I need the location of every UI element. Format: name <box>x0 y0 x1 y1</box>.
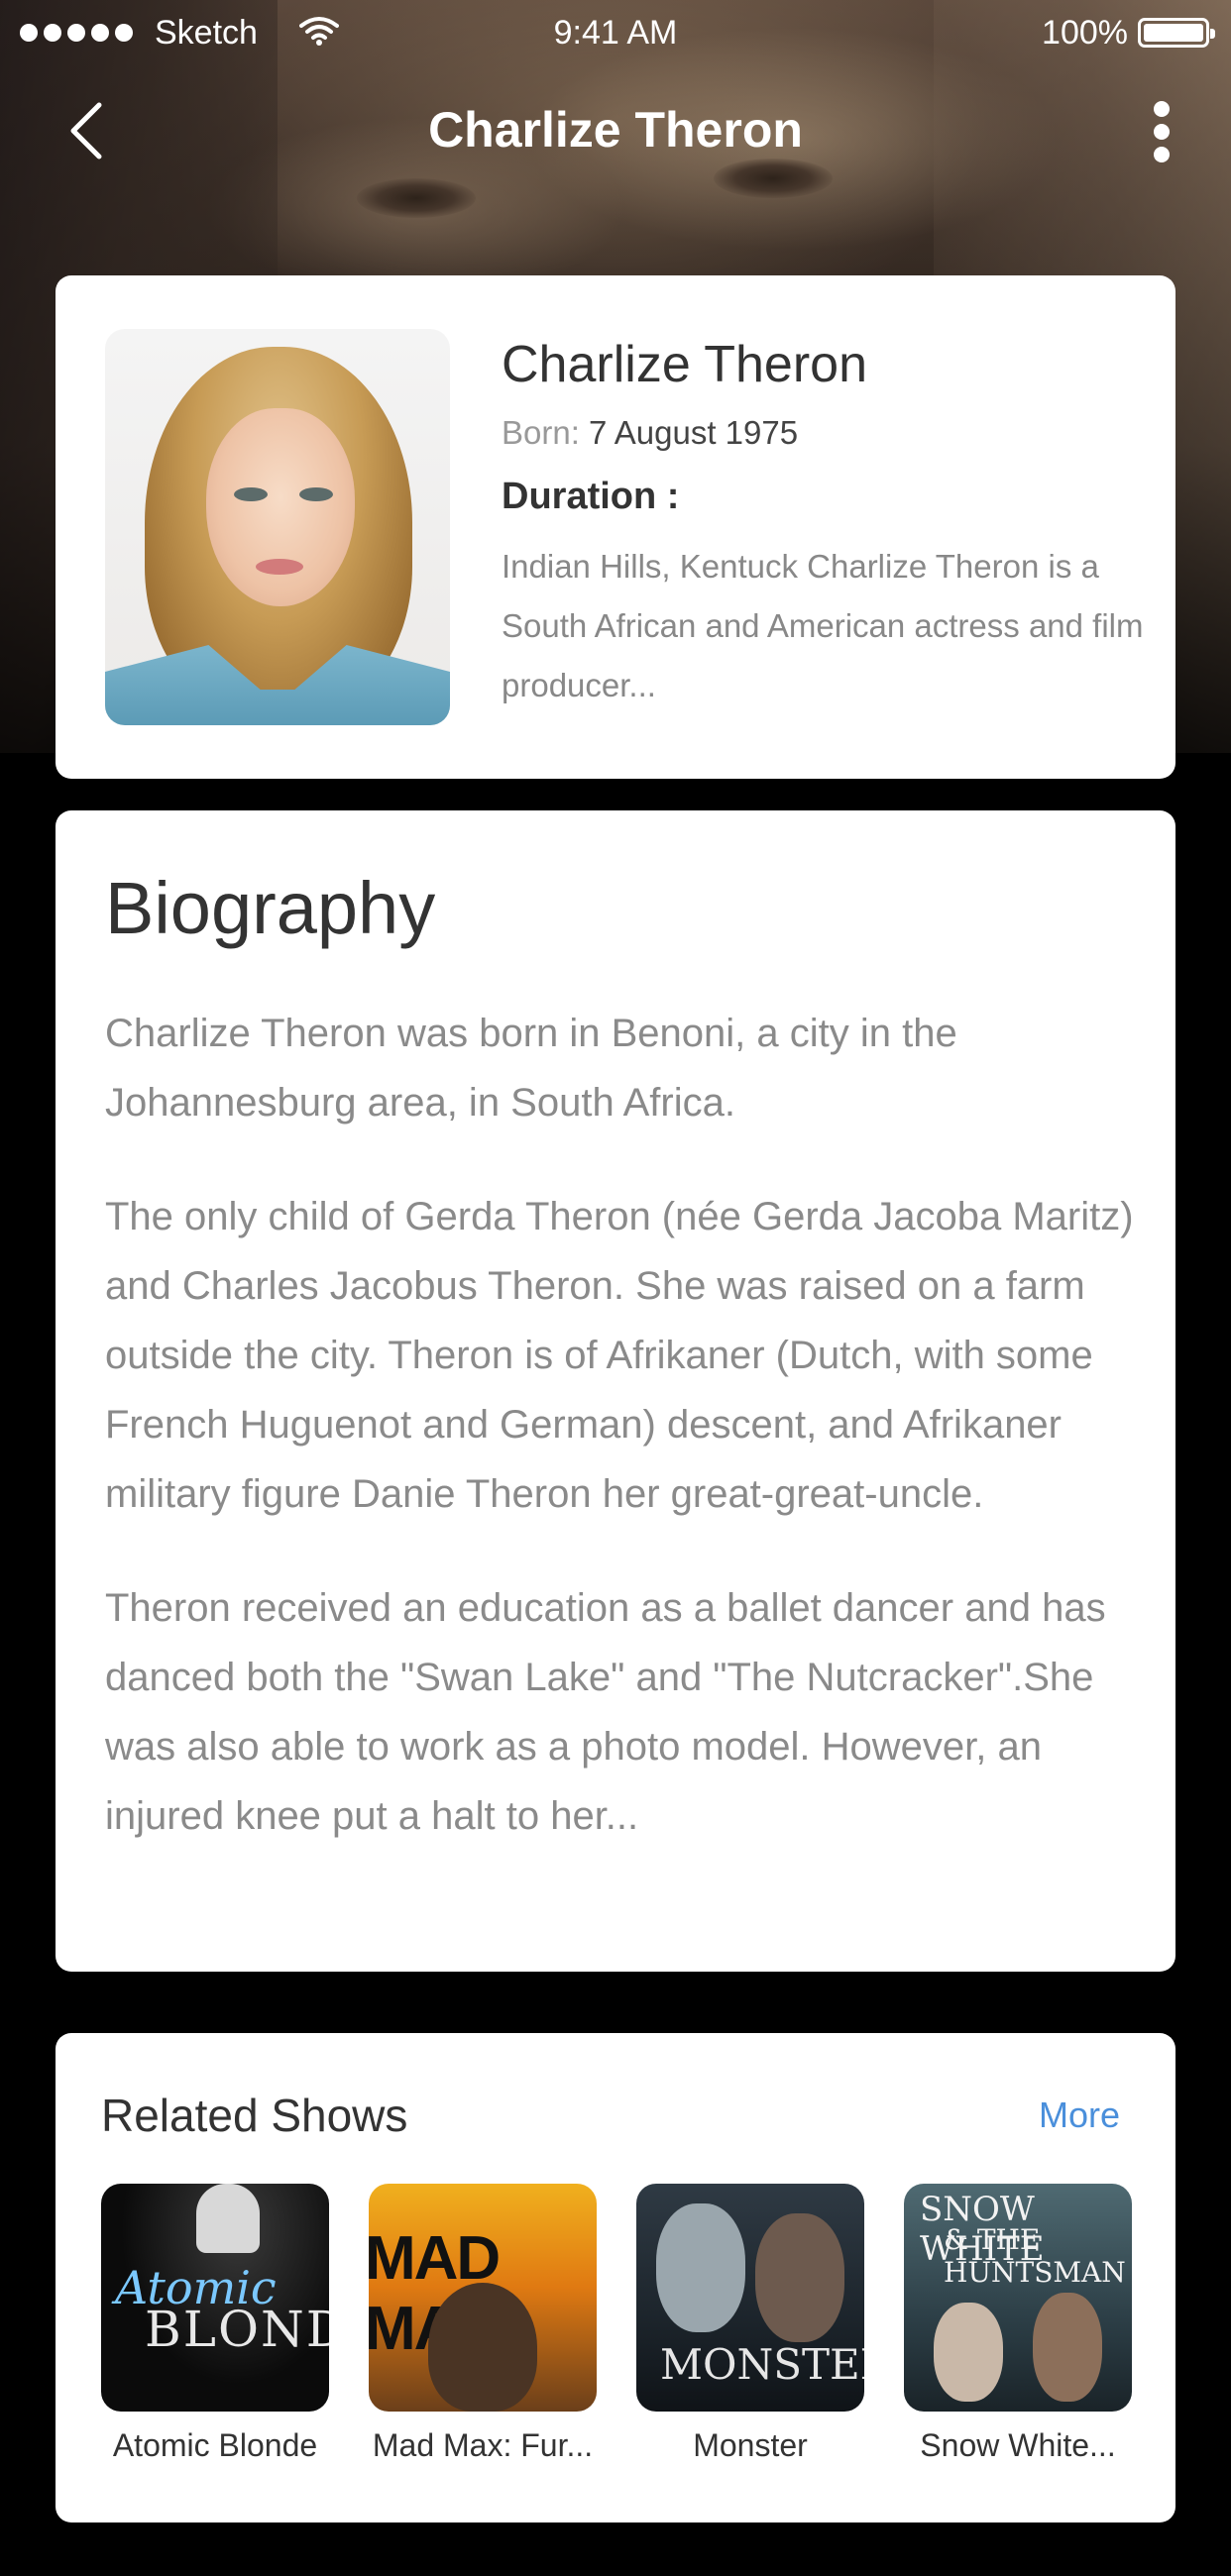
show-item-mad-max[interactable]: MAD MAX Mad Max: Fur... <box>369 2184 597 2464</box>
actor-name: Charlize Theron <box>502 336 868 393</box>
show-item-monster[interactable]: MONSTER Monster <box>636 2184 864 2464</box>
show-item-snow-white[interactable]: SNOW WHITE & THE HUNTSMAN Snow White... <box>904 2184 1132 2464</box>
born-label: Born: <box>502 414 580 451</box>
related-shows-title: Related Shows <box>101 2090 408 2141</box>
profile-card: Charlize Theron Born: 7 August 1975 Dura… <box>56 275 1175 779</box>
show-title: Atomic Blonde <box>112 2427 318 2463</box>
battery-percentage: 100% <box>1042 14 1128 52</box>
biography-paragraph: Theron received an education as a ballet… <box>105 1586 1106 1838</box>
show-poster[interactable]: Atomic BLONDE <box>101 2184 329 2412</box>
actor-avatar <box>105 329 450 725</box>
actor-short-description: Indian Hills, Kentuck Charlize Theron is… <box>502 548 1144 703</box>
biography-paragraph: The only child of Gerda Theron (née Gerd… <box>105 1195 1134 1516</box>
battery-icon <box>1138 18 1215 48</box>
show-poster[interactable]: MONSTER <box>636 2184 864 2412</box>
show-title: Monster <box>693 2427 808 2463</box>
status-bar: Sketch 9:41 AM 100% <box>0 0 1231 63</box>
more-link[interactable]: More <box>1039 2094 1120 2136</box>
show-poster[interactable]: MAD MAX <box>369 2184 597 2412</box>
actor-birthdate: Born: 7 August 1975 <box>502 414 798 452</box>
biography-paragraph: Charlize Theron was born in Benoni, a ci… <box>105 1012 957 1125</box>
show-title: Mad Max: Fur... <box>372 2427 594 2463</box>
more-options-icon[interactable] <box>1142 97 1181 166</box>
biography-text: Charlize Theron was born in Benoni, a ci… <box>105 999 1136 1895</box>
biography-title: Biography <box>105 867 436 949</box>
show-poster[interactable]: SNOW WHITE & THE HUNTSMAN <box>904 2184 1132 2412</box>
born-value: 7 August 1975 <box>589 414 799 451</box>
biography-card: Biography Charlize Theron was born in Be… <box>56 810 1175 1972</box>
show-title: Snow White... <box>920 2427 1116 2463</box>
related-shows-card: Related Shows More Atomic BLONDE Atomic … <box>56 2033 1175 2522</box>
page-title: Charlize Theron <box>428 102 803 158</box>
duration-label: Duration : <box>502 476 680 517</box>
navigation-bar: Charlize Theron <box>0 79 1231 182</box>
show-item-atomic-blonde[interactable]: Atomic BLONDE Atomic Blonde <box>101 2184 329 2464</box>
